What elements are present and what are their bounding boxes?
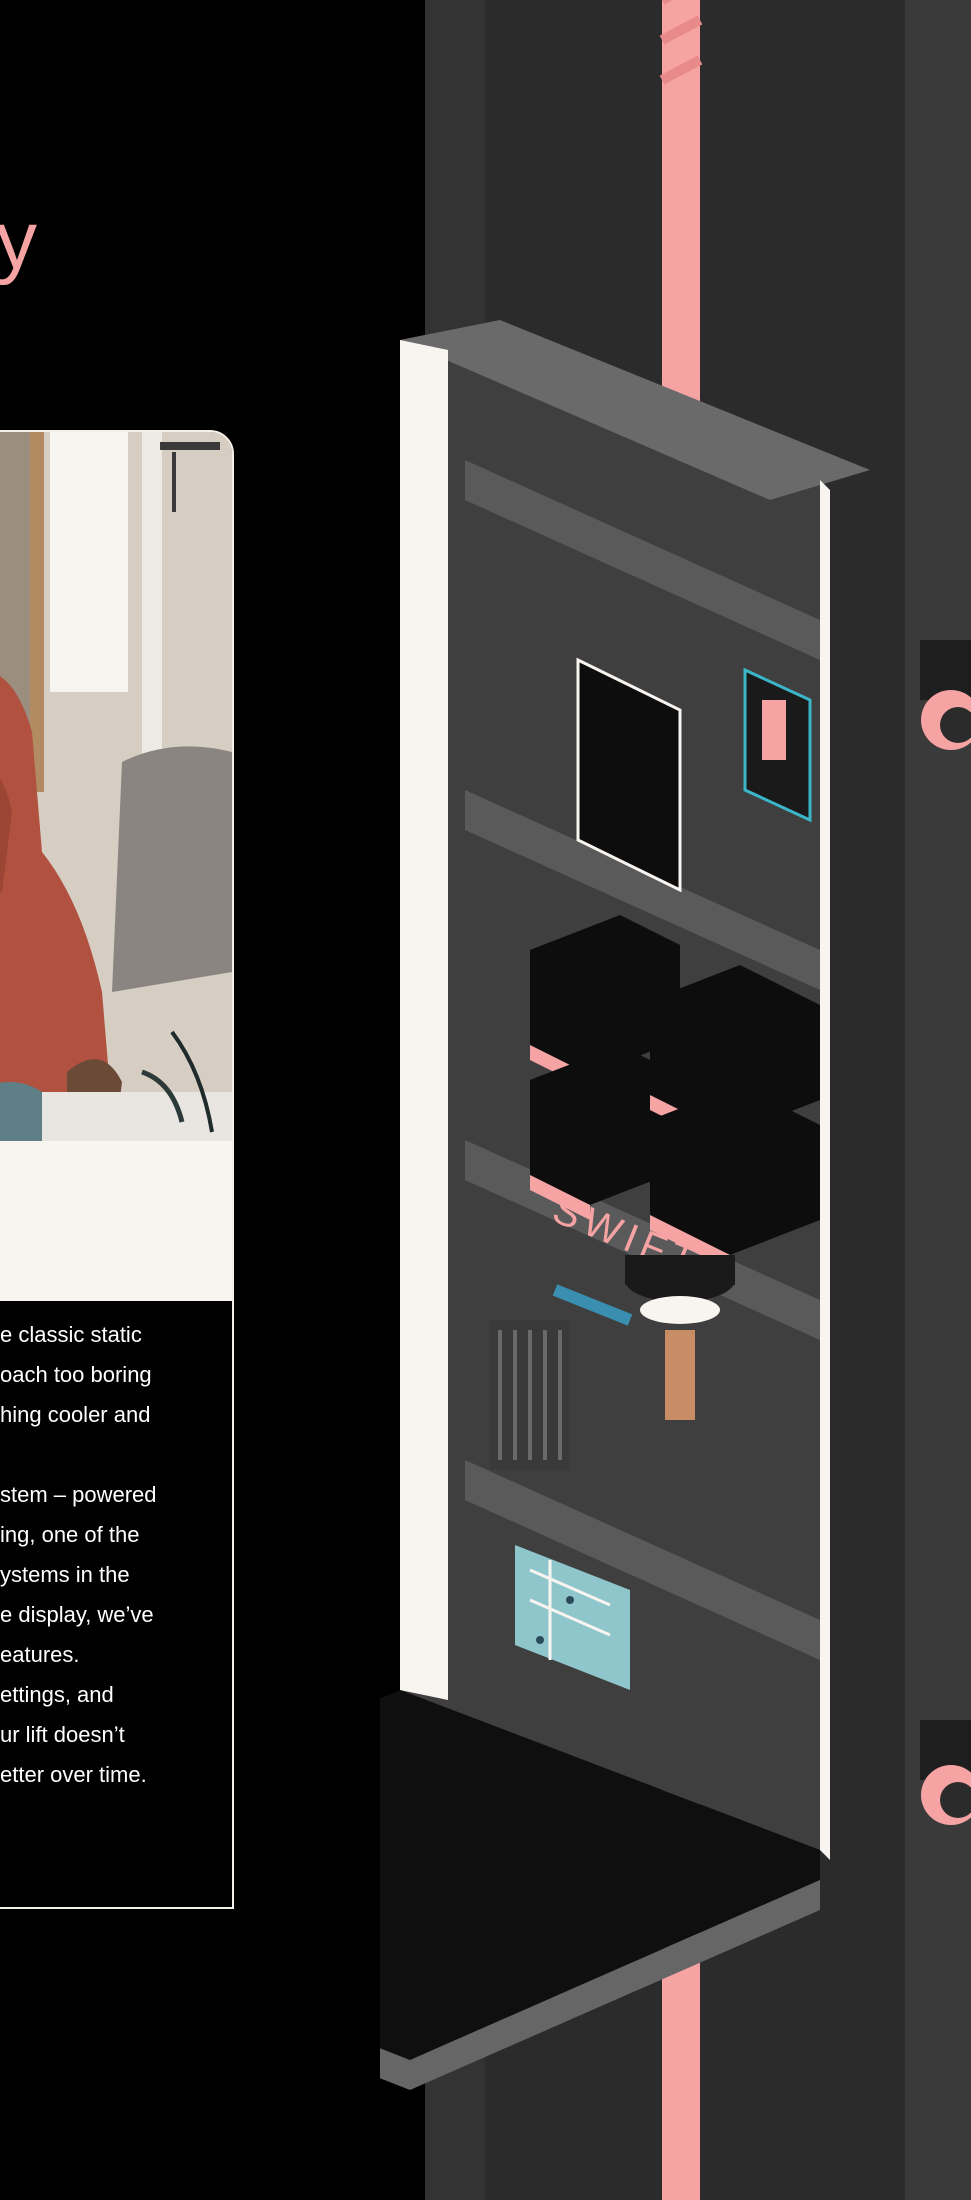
shaft-right-rail	[905, 0, 971, 2200]
page-heading-fragment: y	[0, 195, 37, 286]
card-paragraph-2: stem – powered ing, one of the ystems in…	[0, 1482, 157, 1787]
lift-illustration: SWIFT	[380, 0, 971, 2200]
cabin-edge-panel	[400, 340, 448, 1700]
card-paragraph-1: e classic static oach too boring hing co…	[0, 1322, 152, 1427]
card-body-text: e classic static oach too boring hing co…	[0, 1315, 200, 1835]
rail-clip-lower	[920, 1720, 971, 1825]
feature-card: e classic static oach too boring hing co…	[0, 430, 234, 1909]
cabin-vent	[490, 1320, 570, 1470]
card-band	[0, 1141, 232, 1301]
rail-clip-upper	[920, 640, 971, 750]
cabin-right-edge	[820, 480, 830, 1860]
person-photo-image	[0, 432, 232, 1141]
card-photo	[0, 432, 232, 1141]
